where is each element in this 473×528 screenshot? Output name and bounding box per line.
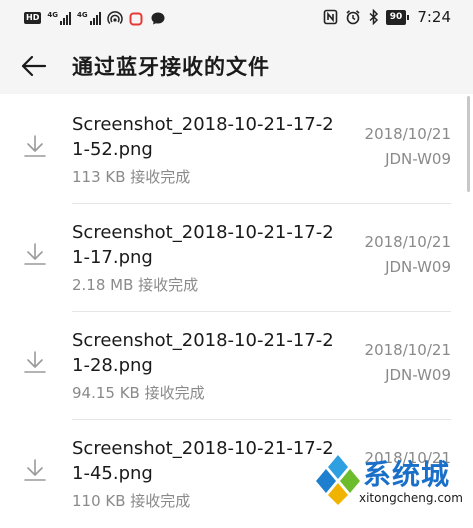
network-type-2: 4G bbox=[76, 10, 88, 19]
alarm-icon bbox=[346, 10, 360, 25]
signal-icon-1: 4G bbox=[47, 10, 71, 25]
status-bar-left: HD 4G 4G bbox=[24, 10, 166, 26]
file-date: 2018/10/21 bbox=[364, 233, 451, 251]
file-name: Screenshot_2018-10-21-17-21-17.png bbox=[72, 222, 334, 268]
file-name: Screenshot_2018-10-21-17-21-52.png bbox=[72, 114, 334, 160]
status-bar: HD 4G 4G 90 7:24 bbox=[0, 0, 473, 38]
scrollbar[interactable] bbox=[467, 96, 470, 192]
status-bar-right: 90 7:24 bbox=[323, 8, 451, 26]
download-icon bbox=[24, 243, 46, 265]
message-icon bbox=[151, 12, 165, 24]
file-status: 94.15 KB 接收完成 bbox=[72, 384, 205, 402]
file-name: Screenshot_2018-10-21-17-21-45.png bbox=[72, 438, 334, 484]
file-list-item[interactable]: Screenshot_2018-10-21-17-21-17.png 2.18 … bbox=[0, 204, 473, 312]
battery-icon: 90 bbox=[385, 9, 409, 25]
file-list-item[interactable]: Screenshot_2018-10-21-17-21-52.png 113 K… bbox=[0, 96, 473, 204]
hotspot-icon bbox=[106, 11, 123, 25]
file-device: JDN-W09 bbox=[385, 366, 451, 384]
file-status: 110 KB 接收完成 bbox=[72, 492, 191, 510]
back-button[interactable] bbox=[18, 50, 50, 82]
notification-icon bbox=[129, 12, 143, 25]
bluetooth-icon bbox=[369, 9, 378, 25]
download-icon bbox=[24, 459, 46, 481]
file-date: 2018/10/21 bbox=[364, 125, 451, 143]
app-bar: 通过蓝牙接收的文件 bbox=[0, 38, 473, 94]
page-title: 通过蓝牙接收的文件 bbox=[72, 55, 270, 79]
file-list-item[interactable]: Screenshot_2018-10-21-17-21-28.png 94.15… bbox=[0, 312, 473, 420]
watermark-url: xitongcheng.com bbox=[359, 491, 463, 505]
file-device: JDN-W09 bbox=[385, 150, 451, 168]
download-icon bbox=[24, 351, 46, 373]
file-device: JDN-W09 bbox=[385, 258, 451, 276]
file-status: 2.18 MB 接收完成 bbox=[72, 276, 199, 294]
file-status: 113 KB 接收完成 bbox=[72, 168, 191, 186]
diamond-logo-icon bbox=[316, 455, 360, 505]
download-icon bbox=[24, 135, 46, 157]
file-name: Screenshot_2018-10-21-17-21-28.png bbox=[72, 330, 334, 376]
signal-icon-2: 4G bbox=[76, 10, 101, 25]
network-type-1: 4G bbox=[47, 10, 58, 19]
arrow-left-icon bbox=[21, 55, 47, 77]
watermark-logo: 系统城 xitongcheng.com bbox=[311, 451, 473, 509]
watermark-text: 系统城 bbox=[363, 458, 451, 491]
hd-badge: HD bbox=[24, 12, 42, 24]
status-time: 7:24 bbox=[417, 8, 451, 26]
file-date: 2018/10/21 bbox=[364, 341, 451, 359]
nfc-icon bbox=[323, 9, 338, 25]
